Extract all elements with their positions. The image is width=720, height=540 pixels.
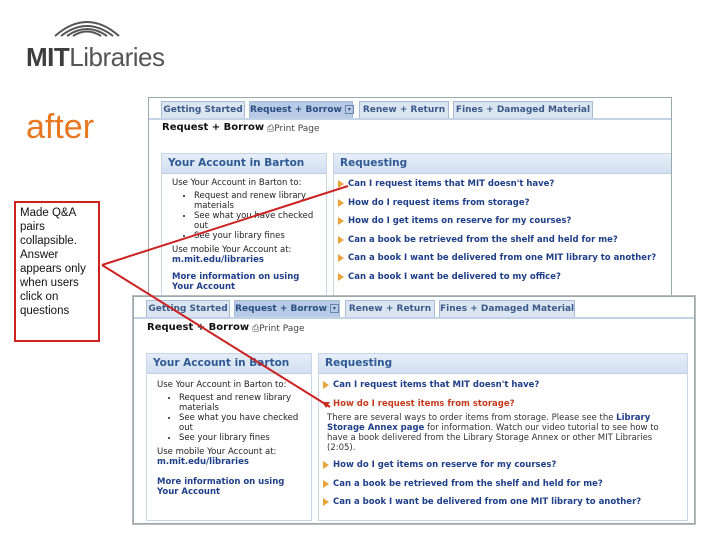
breadcrumb: Request + Borrow — [162, 122, 265, 133]
account-box: Your Account in Barton Use Your Account … — [146, 353, 312, 521]
faq-question[interactable]: Can a book be retrieved from the shelf a… — [319, 475, 687, 494]
account-box-body: Use Your Account in Barton to: Request a… — [147, 374, 311, 501]
tab-getting-started[interactable]: Getting Started — [161, 101, 245, 118]
tab-fines-damaged[interactable]: Fines + Damaged Material — [439, 300, 575, 317]
requesting-box: Requesting Can I request items that MIT … — [333, 153, 671, 296]
faq-question[interactable]: Can I request items that MIT doesn't hav… — [334, 175, 671, 194]
subbar: Request + Borrow ⎙Print Page — [134, 321, 694, 337]
faq-question[interactable]: Can a book I want be delivered to my off… — [334, 268, 671, 287]
annotation-callout: Made Q&A pairs collapsible. Answer appea… — [14, 201, 100, 342]
account-box-title: Your Account in Barton — [147, 354, 311, 374]
question-list: Can I request items that MIT doesn't hav… — [334, 174, 671, 287]
breadcrumb: Request + Borrow — [147, 322, 250, 333]
requesting-box: Requesting Can I request items that MIT … — [318, 353, 688, 521]
account-box: Your Account in Barton Use Your Account … — [161, 153, 327, 296]
requesting-box-title: Requesting — [319, 354, 687, 374]
logo-wordmark: MITLibraries — [26, 42, 165, 72]
faq-answer: There are several ways to order items fr… — [327, 413, 659, 453]
account-box-title: Your Account in Barton — [162, 154, 326, 174]
mobile-link[interactable]: m.mit.edu/libraries — [157, 457, 301, 467]
more-info-link[interactable]: More information on using Your Account — [172, 272, 316, 292]
tab-request-borrow[interactable]: Request + Borrow ▾ — [234, 300, 340, 317]
account-box-body: Use Your Account in Barton to: Request a… — [162, 174, 326, 296]
tab-renew-return[interactable]: Renew + Return — [359, 101, 449, 118]
account-bullets: Request and renew library materials See … — [157, 393, 301, 443]
faq-question[interactable]: How do I get items on reserve for my cou… — [319, 456, 687, 475]
tab-bar: Getting Started Request + Borrow ▾ Renew … — [149, 98, 671, 120]
mobile-link[interactable]: m.mit.edu/libraries — [172, 255, 316, 265]
screenshot-collapsed: Getting Started Request + Borrow ▾ Renew … — [148, 97, 672, 297]
requesting-box-title: Requesting — [334, 154, 671, 174]
collapse-icon: ▾ — [329, 304, 339, 313]
faq-question[interactable]: Can I request items that MIT doesn't hav… — [319, 376, 687, 395]
tab-fines-damaged[interactable]: Fines + Damaged Material — [453, 101, 593, 118]
faq-question[interactable]: Can a book I want be delivered from one … — [334, 249, 671, 268]
account-bullets: Request and renew library materials See … — [172, 191, 316, 241]
faq-question[interactable]: Can a book be retrieved from the shelf a… — [334, 231, 671, 250]
faq-question[interactable]: Can a book I want be delivered from one … — [319, 493, 687, 512]
more-info-link[interactable]: More information on using Your Account — [157, 477, 301, 497]
print-page-link[interactable]: ⎙Print Page — [252, 324, 305, 334]
subbar: Request + Borrow ⎙Print Page — [149, 121, 671, 137]
question-list: Can I request items that MIT doesn't hav… — [319, 374, 687, 512]
tab-bar: Getting Started Request + Borrow ▾ Renew … — [134, 297, 694, 319]
faq-question[interactable]: How do I get items on reserve for my cou… — [334, 212, 671, 231]
tab-renew-return[interactable]: Renew + Return — [345, 300, 435, 317]
logo-lines-icon — [54, 21, 120, 37]
screenshot-expanded: Getting Started Request + Borrow ▾ Renew … — [133, 296, 695, 524]
faq-question-expanded[interactable]: How do I request items from storage? — [319, 395, 687, 414]
faq-question[interactable]: How do I request items from storage? — [334, 194, 671, 213]
slide-title: after — [26, 108, 95, 146]
mit-libraries-logo: MITLibraries — [26, 14, 165, 74]
tab-request-borrow[interactable]: Request + Borrow ▾ — [249, 101, 354, 118]
print-page-link[interactable]: ⎙Print Page — [267, 124, 320, 134]
tab-getting-started[interactable]: Getting Started — [146, 300, 230, 317]
collapse-icon: ▾ — [344, 105, 354, 114]
